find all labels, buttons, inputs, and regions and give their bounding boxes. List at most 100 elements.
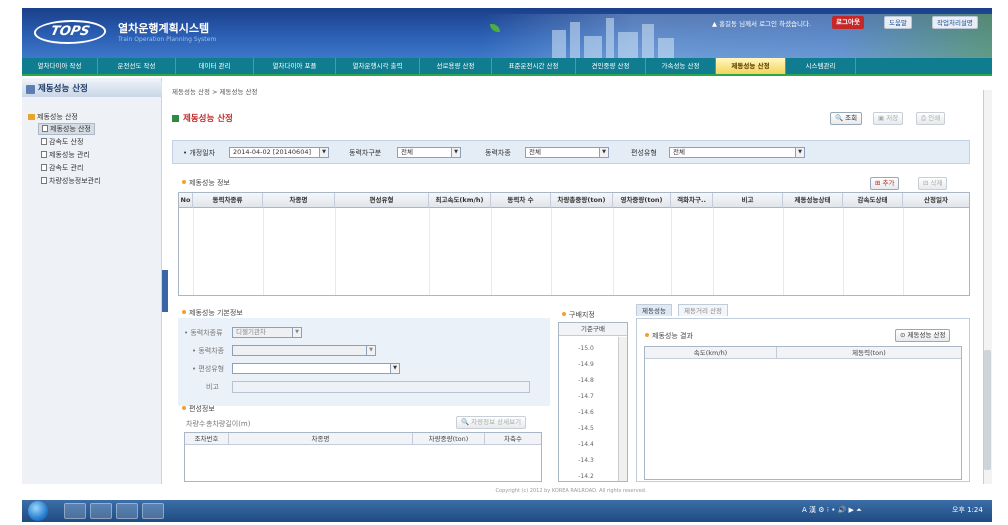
sidebar-title: 제동성능 산정: [22, 82, 162, 97]
power-type-select[interactable]: 전체 ▼: [397, 147, 461, 158]
column-header[interactable]: 편성유형: [335, 193, 429, 208]
column-header[interactable]: No: [179, 193, 193, 208]
save-button[interactable]: ▣ 저장: [873, 112, 904, 125]
column-header[interactable]: 감속도상태: [843, 193, 903, 208]
sidebar-item-decel-calc[interactable]: 감속도 산정: [41, 137, 83, 147]
gradient-scrollbar[interactable]: [618, 337, 627, 481]
copyright-footer: Copyright (c) 2012 by KOREA RAILROAD. Al…: [495, 488, 647, 494]
gradient-value[interactable]: -14.9: [559, 361, 613, 368]
revision-date-select[interactable]: 2014-04-02 [20140604] ▼: [229, 147, 329, 158]
calculate-brake-label: 제동성능 산정: [907, 331, 946, 339]
sidebar-item-label: 감속도 관리: [49, 164, 84, 172]
power-kind-select[interactable]: 디젤기관차 ▼: [232, 327, 302, 338]
nav-item-time-print[interactable]: 열차운행시각 출력: [336, 58, 420, 74]
column-header[interactable]: 차량중량(ton): [413, 433, 485, 445]
column-header[interactable]: 제동력(ton): [777, 347, 961, 359]
column-header[interactable]: 비고: [713, 193, 783, 208]
nav-item-standard-time[interactable]: 표준운전시간 산정: [492, 58, 576, 74]
sidebar-item-braking-calc[interactable]: 제동성능 산정: [38, 123, 95, 135]
chevron-down-icon: ▼: [795, 148, 804, 157]
column-header[interactable]: 최고속도(km/h): [429, 193, 491, 208]
nav-item-capacity[interactable]: 선로용량 산정: [420, 58, 492, 74]
sidebar-collapse-handle[interactable]: [162, 270, 168, 312]
manual-button[interactable]: 작업처리설명: [932, 16, 978, 29]
formation-type-select[interactable]: 전체 ▼: [669, 147, 805, 158]
system-subtitle: Train Operation Planning System: [118, 36, 217, 43]
composition-table[interactable]: 조차번호 차종명 차량중량(ton) 차축수: [184, 432, 542, 482]
document-icon: [41, 151, 47, 158]
column-header[interactable]: 차종명: [263, 193, 335, 208]
print-button[interactable]: ⎙ 인쇄: [916, 112, 946, 125]
nav-item-data[interactable]: 데이터 관리: [176, 58, 254, 74]
composition-title-label: 편성정보: [189, 405, 215, 413]
column-header[interactable]: 차량총중량(ton): [551, 193, 613, 208]
column-header[interactable]: 산정일자: [903, 193, 969, 208]
formation-select[interactable]: ▼: [232, 363, 400, 374]
basic-info-title-label: 제동성능 기본정보: [189, 309, 243, 317]
column-header[interactable]: 제동성능상태: [783, 193, 843, 208]
gradient-value[interactable]: -15.0: [559, 345, 613, 352]
column-header[interactable]: 차종명: [229, 433, 413, 445]
gradient-value[interactable]: -14.4: [559, 441, 613, 448]
nav-item-traction[interactable]: 견인중량 산정: [576, 58, 646, 74]
nav-item-run-curve[interactable]: 운전선도 작성: [98, 58, 176, 74]
windows-start-icon[interactable]: [28, 501, 48, 521]
nav-item-acceleration[interactable]: 가속성능 산정: [646, 58, 716, 74]
column-header[interactable]: 속도(km/h): [645, 347, 777, 359]
sidebar-folder-braking[interactable]: 제동성능 산정: [28, 112, 78, 122]
page-scrollbar-thumb[interactable]: [984, 350, 991, 470]
sidebar-item-decel-manage[interactable]: 감속도 관리: [41, 163, 83, 173]
bullet-icon: [182, 180, 186, 184]
nav-item-diagram-popup[interactable]: 열차다이아 포플: [254, 58, 336, 74]
column-header[interactable]: 차축수: [485, 433, 541, 445]
column-header[interactable]: 조차번호: [185, 433, 229, 445]
add-row-button[interactable]: ⊞ 추가: [870, 177, 900, 190]
sidebar-item-braking-manage[interactable]: 제동성능 관리: [41, 150, 90, 160]
app-taskbar-icon[interactable]: [116, 503, 138, 519]
gradient-value[interactable]: -14.8: [559, 377, 613, 384]
taskbar-clock[interactable]: 오후 1:24: [952, 505, 983, 515]
sidebar-item-vehicle-info[interactable]: 차량성능정보관리: [41, 176, 101, 186]
total-length-label: 총차량길이(m): [206, 420, 251, 428]
nav-item-braking[interactable]: 제동성능 산정: [716, 58, 786, 74]
explorer-taskbar-icon[interactable]: [90, 503, 112, 519]
sidebar-item-label: 제동성능 산정: [50, 125, 91, 133]
gradient-value[interactable]: -14.5: [559, 425, 613, 432]
gradient-title-label: 구배지정: [569, 311, 595, 319]
vehicle-type-select[interactable]: 전체 ▼: [525, 147, 609, 158]
gradient-value[interactable]: -14.6: [559, 409, 613, 416]
help-button[interactable]: 도움말: [884, 16, 912, 29]
remark-input[interactable]: [232, 381, 530, 393]
car-count-label: 차량수: [186, 420, 206, 428]
power-kind-value: 디젤기관차: [236, 328, 266, 336]
vehicle-detail-button[interactable]: 🔍 차량정보 상세보기: [456, 416, 527, 429]
calculate-brake-button[interactable]: ⊙ 제동성능 산정: [895, 329, 951, 342]
system-tray[interactable]: A 漢 ⚙ ⁝ • 🔊 ▶ ⏶: [802, 505, 862, 515]
tab-brake-performance[interactable]: 제동성능: [636, 304, 672, 316]
nav-item-system[interactable]: 시스템관리: [786, 58, 856, 74]
brake-info-title-label: 제동성능 정보: [189, 179, 230, 187]
gradient-value[interactable]: -14.2: [559, 473, 613, 480]
column-header[interactable]: 영차중량(ton): [613, 193, 671, 208]
nav-item-diagram[interactable]: 열차다이아 작성: [22, 58, 98, 74]
tab-brake-distance[interactable]: 제동거리 산정: [678, 304, 728, 316]
basic-info-title: 제동성능 기본정보: [182, 308, 243, 318]
result-table[interactable]: 속도(km/h) 제동력(ton): [644, 346, 962, 480]
column-header[interactable]: 객화차구..: [671, 193, 713, 208]
ie-taskbar-icon[interactable]: [64, 503, 86, 519]
vehicle-type-value: 전체: [529, 148, 541, 156]
vehicle-select[interactable]: ▼: [232, 345, 376, 356]
gradient-list[interactable]: 기준구배 -15.0 -14.9 -14.8 -14.7 -14.6 -14.5…: [558, 322, 628, 482]
column-header[interactable]: 동력차 수: [491, 193, 551, 208]
bullet-icon: [182, 310, 186, 314]
gradient-value[interactable]: -14.7: [559, 393, 613, 400]
search-button[interactable]: 🔍 조회: [830, 112, 863, 125]
brake-info-table[interactable]: No 동력차종류 차종명 편성유형 최고속도(km/h) 동력차 수 차량총중량…: [178, 192, 970, 296]
gradient-value[interactable]: -14.3: [559, 457, 613, 464]
revision-date-value: 2014-04-02 [20140604]: [233, 148, 311, 156]
logout-button[interactable]: 로그아웃: [832, 16, 864, 29]
window-taskbar-icon[interactable]: [142, 503, 164, 519]
column-header[interactable]: 동력차종류: [193, 193, 263, 208]
delete-row-button[interactable]: ⊟ 삭제: [918, 177, 948, 190]
brake-info-title: 제동성능 정보: [182, 178, 230, 188]
